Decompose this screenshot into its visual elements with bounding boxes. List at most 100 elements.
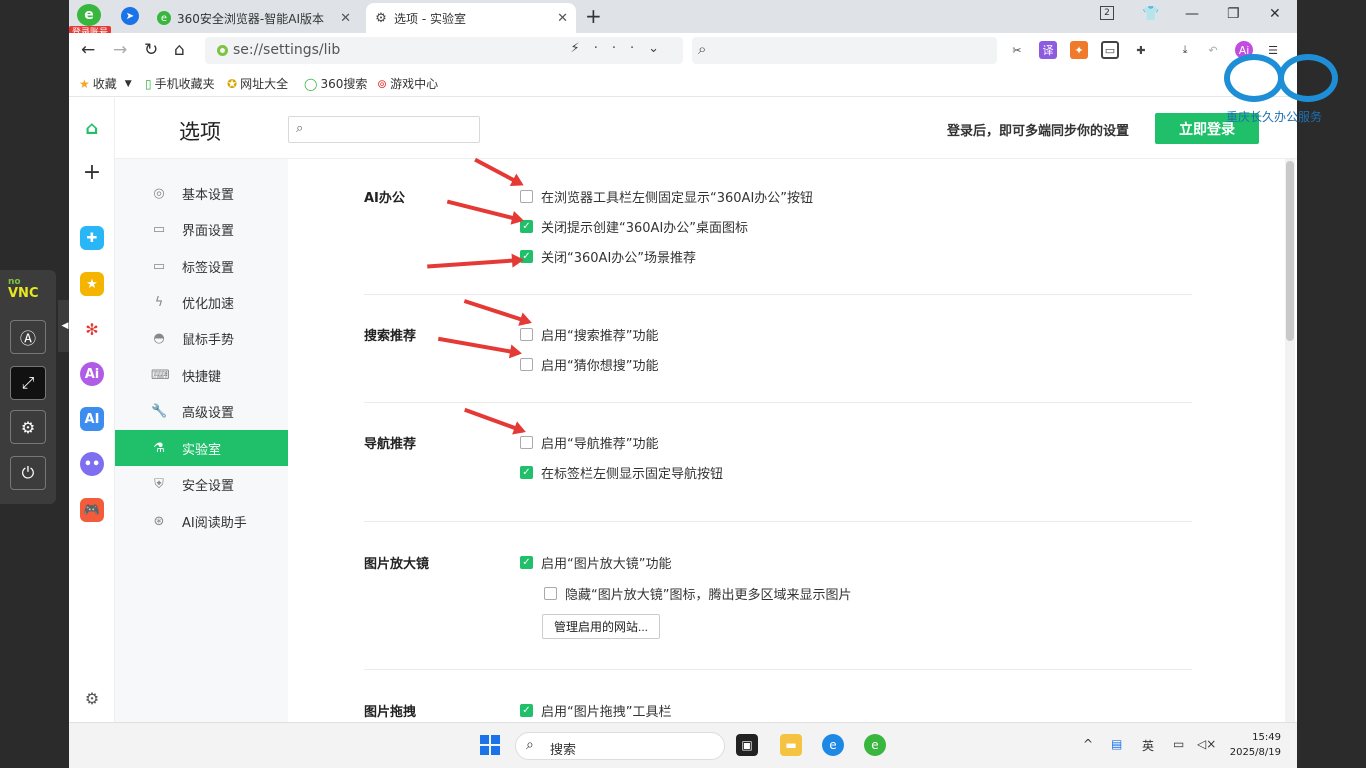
option-disable-scene-recommend[interactable]: ✓ 关闭“360AI办公”场景推荐 (520, 247, 696, 266)
keyboard-icon: ⌨ (151, 367, 170, 383)
ai-assistant-icon[interactable]: Ai (80, 362, 104, 386)
menu-item-lab[interactable]: ⚗ 实验室 (115, 430, 288, 466)
volume-icon[interactable]: ◁× (1197, 737, 1216, 751)
download-icon[interactable]: ⤓ (1176, 41, 1194, 59)
game-icon[interactable]: ✦ (1070, 41, 1088, 59)
system-clock[interactable]: 15:49 2025/8/19 (1230, 730, 1281, 760)
scrollbar[interactable] (1285, 159, 1295, 722)
edge-icon[interactable]: e (822, 734, 844, 756)
wrench-icon: 🔧 (151, 403, 168, 419)
reader-icon[interactable]: ▭ (1101, 41, 1119, 59)
home-icon[interactable]: ⌂ (80, 116, 104, 140)
option-image-drag-toolbar[interactable]: ✓ 启用“图片拖拽”工具栏 (520, 701, 671, 720)
option-fixed-nav-button[interactable]: ✓ 在标签栏左侧显示固定导航按钮 (520, 463, 723, 482)
more-icon[interactable]: ··· (594, 41, 648, 56)
scrollbar-thumb[interactable] (1286, 161, 1294, 341)
scissors-icon[interactable]: ✂ (1008, 41, 1026, 59)
checkbox[interactable] (544, 587, 557, 600)
close-window-button[interactable]: ✕ (1269, 6, 1281, 22)
novnc-settings-button[interactable]: ⚙ (10, 410, 46, 444)
new-tab-button[interactable]: + (585, 4, 602, 28)
option-disable-desktop-icon-prompt[interactable]: ✓ 关闭提示创建“360AI办公”桌面图标 (520, 217, 748, 236)
manage-sites-button[interactable]: 管理启用的网站... (542, 614, 661, 639)
option-nav-recommend[interactable]: 启用“导航推荐”功能 (520, 433, 658, 452)
menu-item-mouse-gesture[interactable]: ◓ 鼠标手势 (115, 320, 288, 356)
reload-button[interactable]: ↻ (144, 40, 158, 60)
game-center-icon: ⊚ (377, 76, 388, 91)
option-pin-ai-office-button[interactable]: 在浏览器工具栏左侧固定显示“360AI办公”按钮 (520, 187, 813, 206)
close-tab-icon[interactable]: ✕ (557, 11, 568, 26)
menu-item-advanced[interactable]: 🔧 高级设置 (115, 393, 288, 429)
tray-chevron-icon[interactable]: ^ (1083, 737, 1093, 751)
extensions-icon[interactable]: ✚ (1132, 41, 1150, 59)
menu-item-tabs[interactable]: ▭ 标签设置 (115, 248, 288, 284)
bookmark-360-search[interactable]: ◯ 360搜索 (304, 75, 367, 92)
restore-button[interactable]: ❐ (1227, 6, 1240, 22)
tab-360-browser[interactable]: e 360安全浏览器-智能AI版本 ✕ (149, 3, 359, 33)
chat-bot-icon[interactable]: •• (80, 452, 104, 476)
bookmark-mobile[interactable]: ▯ 手机收藏夹 (145, 75, 215, 92)
browser-logo-icon[interactable]: e (77, 4, 101, 26)
option-search-recommend[interactable]: 启用“搜索推荐”功能 (520, 325, 658, 344)
skin-icon[interactable]: 👕 (1142, 6, 1159, 22)
settings-menu: ◎ 基本设置 ▭ 界面设置 ▭ 标签设置 ϟ 优化加速 ◓ 鼠标手势 ⌨ 快捷键 🔧 高级设置… (115, 159, 288, 722)
menu-item-basic[interactable]: ◎ 基本设置 (115, 175, 288, 211)
checkbox[interactable] (520, 358, 533, 371)
checkbox[interactable] (520, 328, 533, 341)
search-input[interactable]: ⌕ (692, 37, 997, 64)
fullscreen-button[interactable]: ⤢ (10, 366, 46, 400)
menu-item-security[interactable]: ⛨ 安全设置 (115, 466, 288, 502)
taskbar-search[interactable]: ⌕ 搜索 (515, 732, 725, 760)
windows-start-icon[interactable] (479, 734, 501, 756)
network-icon[interactable]: ✻ (80, 317, 104, 341)
gear-icon[interactable]: ⚙ (80, 686, 104, 710)
add-icon[interactable]: + (80, 160, 104, 185)
lightning-icon: ϟ (154, 294, 164, 310)
settings-content: AI办公 在浏览器工具栏左侧固定显示“360AI办公”按钮 ✓ 关闭提示创建“36… (288, 159, 1288, 722)
minimize-button[interactable]: — (1185, 6, 1199, 22)
input-method[interactable]: 英 (1142, 737, 1154, 754)
menu-item-ai-reader[interactable]: ⊛ AI阅读助手 (115, 503, 288, 539)
tab-count-button[interactable]: 2 (1100, 6, 1114, 20)
keyboard-toggle-button[interactable]: Ⓐ (10, 320, 46, 354)
watermark-logo: 重庆长久办公服务 (1222, 40, 1342, 124)
menu-item-shortcuts[interactable]: ⌨ 快捷键 (115, 357, 288, 393)
option-enable-magnifier[interactable]: ✓ 启用“图片放大镜”功能 (520, 553, 671, 572)
task-view-icon[interactable]: ▣ (736, 734, 758, 756)
network-icon[interactable]: ▭ (1173, 737, 1184, 751)
undo-icon[interactable]: ↶ (1204, 41, 1222, 59)
checkbox-checked[interactable]: ✓ (520, 704, 533, 717)
close-tab-icon[interactable]: ✕ (340, 11, 351, 26)
address-bar[interactable]: se://settings/lib ⚡···⌄ (205, 37, 683, 64)
bookmark-games[interactable]: ⊚ 游戏中心 (377, 75, 438, 92)
tab-options-lab[interactable]: ⚙ 选项 - 实验室 ✕ (366, 3, 576, 33)
option-guess-search[interactable]: 启用“猜你想搜”功能 (520, 355, 658, 374)
forward-button[interactable]: → (113, 40, 127, 60)
bookmark-sites[interactable]: ✪ 网址大全 (227, 75, 288, 92)
tray-app-icon[interactable]: ▤ (1111, 737, 1122, 751)
tools-icon[interactable]: ✚ (80, 226, 104, 250)
pinned-nav-icon[interactable]: ➤ (121, 7, 139, 25)
chevron-down-icon[interactable]: ⌄ (648, 41, 673, 56)
back-button[interactable]: ← (81, 40, 95, 60)
game-icon[interactable]: 🎮 (80, 498, 104, 522)
360-browser-taskbar-icon[interactable]: e (864, 734, 886, 756)
checkbox-checked[interactable]: ✓ (520, 466, 533, 479)
menu-item-interface[interactable]: ▭ 界面设置 (115, 211, 288, 247)
file-explorer-icon[interactable]: ▬ (780, 734, 802, 756)
settings-search-input[interactable]: ⌕ (288, 116, 480, 143)
option-hide-magnifier-icon[interactable]: 隐藏“图片放大镜”图标，腾出更多区域来显示图片 (544, 584, 851, 603)
disconnect-button[interactable]: ⏻ (10, 456, 46, 490)
ai-icon[interactable]: AI (80, 407, 104, 431)
translate-icon[interactable]: 译 (1039, 41, 1057, 59)
lightning-icon[interactable]: ⚡ (571, 41, 594, 56)
checkbox[interactable] (520, 190, 533, 203)
address-url[interactable]: se://settings/lib (233, 42, 340, 58)
favorites-icon[interactable]: ★ (80, 272, 104, 296)
search-logo-icon: ◯ (304, 76, 318, 91)
menu-item-optimize[interactable]: ϟ 优化加速 (115, 284, 288, 320)
page-title: 选项 (179, 120, 221, 144)
bookmark-favorites[interactable]: ★ 收藏 ▼ (79, 75, 132, 92)
checkbox-checked[interactable]: ✓ (520, 556, 533, 569)
home-button[interactable]: ⌂ (174, 40, 185, 60)
